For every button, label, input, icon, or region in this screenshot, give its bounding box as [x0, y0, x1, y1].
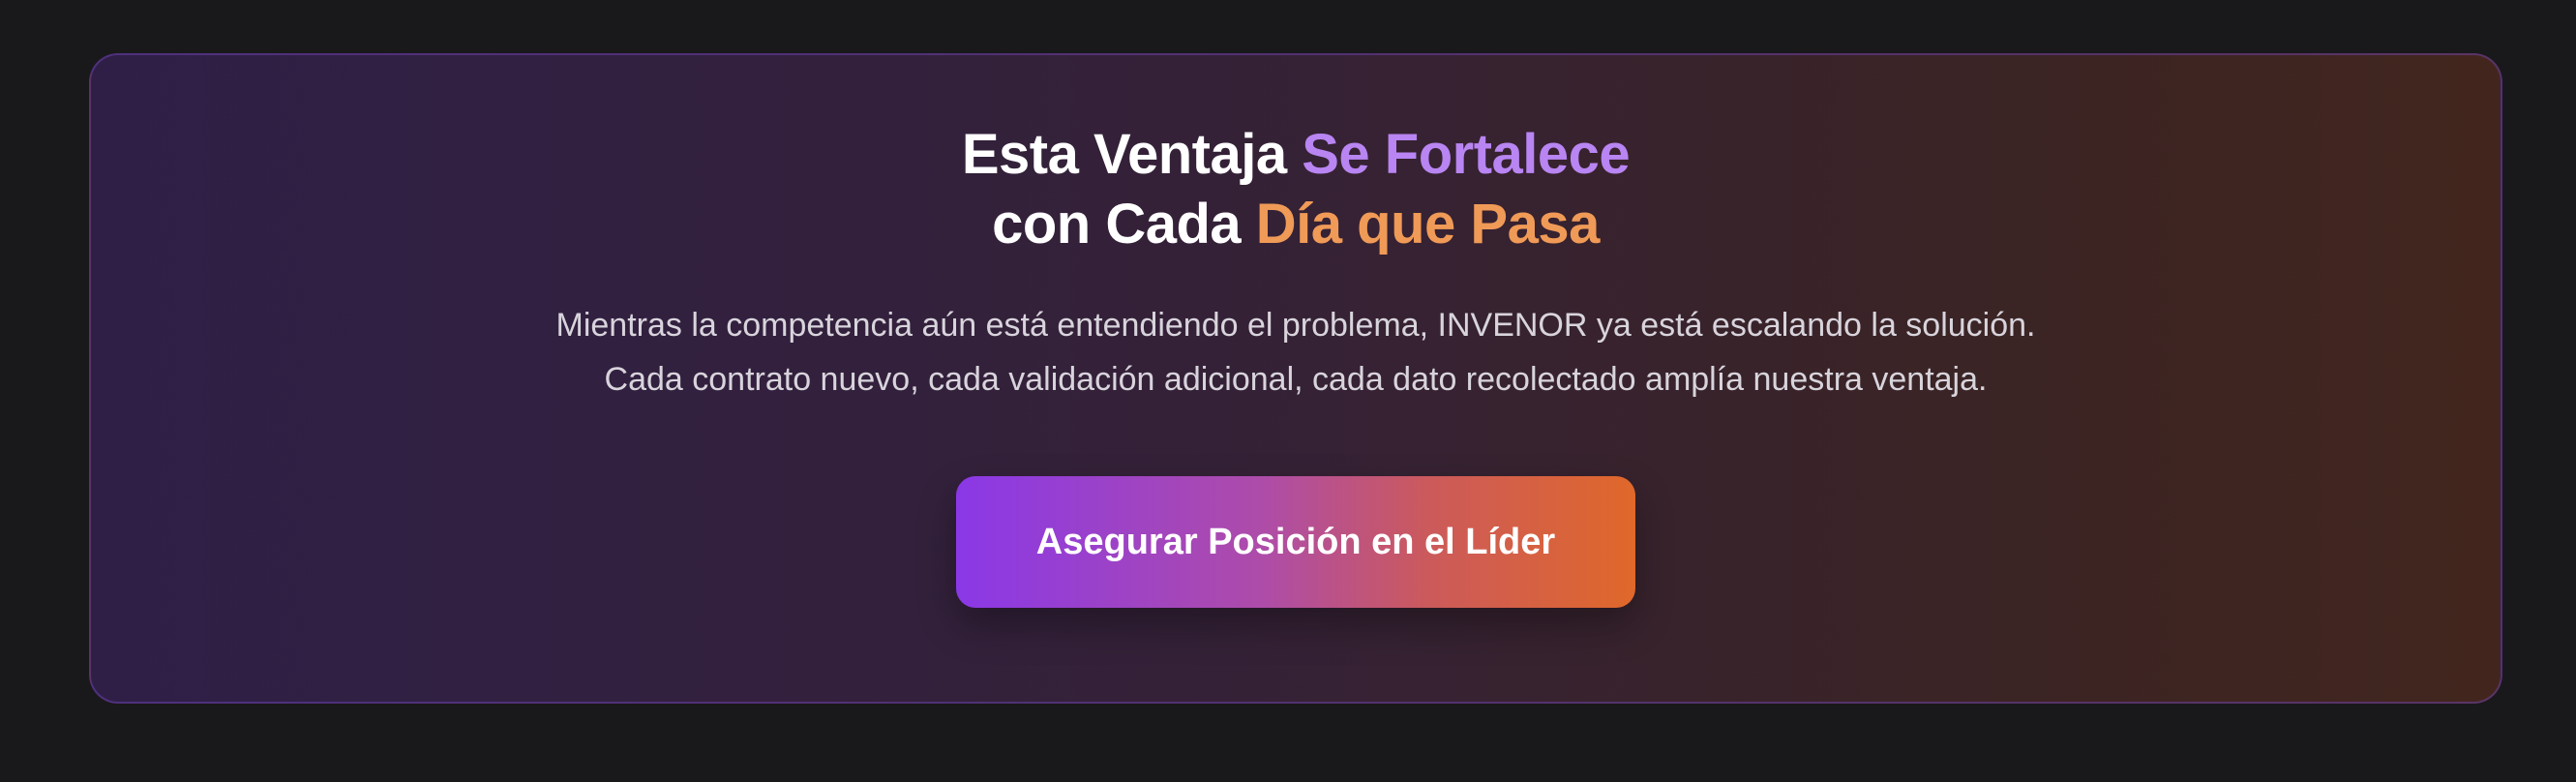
cta-card: Esta Ventaja Se Fortalece con Cada Día q… — [89, 53, 2502, 704]
cta-description: Mientras la competencia aún está entendi… — [555, 307, 2036, 398]
secure-position-button[interactable]: Asegurar Posición en el Líder — [956, 476, 1635, 608]
title-accent-purple: Se Fortalece — [1302, 123, 1631, 186]
title-line-2: con Cada Día que Pasa — [91, 190, 2501, 259]
title-accent-orange: Día que Pasa — [1255, 193, 1601, 256]
title-line-1: Esta Ventaja Se Fortalece — [91, 120, 2501, 190]
title-line-1-text: Esta Ventaja — [961, 123, 1303, 186]
cta-title: Esta Ventaja Se Fortalece con Cada Día q… — [91, 55, 2501, 259]
title-line-2-text: con Cada — [992, 193, 1256, 256]
